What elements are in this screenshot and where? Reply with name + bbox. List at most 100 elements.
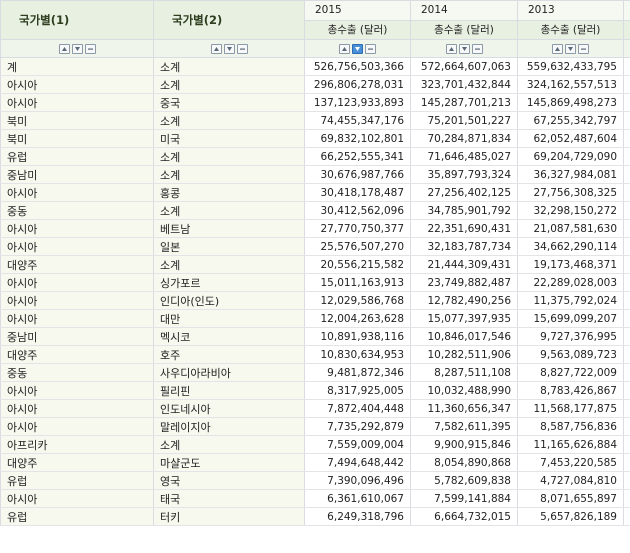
value-2013-cell: 8,827,722,009 xyxy=(517,363,624,382)
region-cell: 대양주 xyxy=(0,345,154,364)
value-2013-cell: 9,563,089,723 xyxy=(517,345,624,364)
value-2015-cell: 66,252,555,341 xyxy=(304,147,411,166)
table-row[interactable]: 중남미 멕시코 10,891,938,116 10,846,017,546 9,727,… xyxy=(0,327,630,346)
table-row[interactable]: 아시아 중국 137,123,933,893 145,287,701,213 145,8… xyxy=(0,93,630,112)
measure-header-2013[interactable]: 총수출 (달러) xyxy=(517,19,624,40)
country-cell: 필리핀 xyxy=(153,381,305,400)
table-row[interactable]: 유럽 터키 6,249,318,796 6,664,732,015 5,657,826,… xyxy=(0,507,630,526)
value-2015-cell: 12,029,586,768 xyxy=(304,291,411,310)
table-row[interactable]: 아시아 인디아(인도) 12,029,586,768 12,782,490,256 11… xyxy=(0,291,630,310)
country-cell: 터키 xyxy=(153,507,305,526)
arrow-up-icon[interactable] xyxy=(58,44,70,54)
value-2015-cell: 30,418,178,487 xyxy=(304,183,411,202)
table-row[interactable]: 아시아 소계 296,806,278,031 323,701,432,844 324,1… xyxy=(0,75,630,94)
value-2013-cell: 22,289,028,003 xyxy=(517,273,624,292)
column-header-country[interactable]: 국가별(2) xyxy=(153,0,305,40)
measure-header-2014[interactable]: 총수출 (달러) xyxy=(410,19,518,40)
arrow-up-icon[interactable] xyxy=(339,44,350,54)
value-2013-cell: 145,869,498,273 xyxy=(517,93,624,112)
value-2015-cell: 137,123,933,893 xyxy=(304,93,411,112)
country-cell: 소계 xyxy=(153,111,305,130)
table-row[interactable]: 유럽 소계 66,252,555,341 71,646,485,027 69,204,7… xyxy=(0,147,630,166)
value-2014-cell: 8,287,511,108 xyxy=(410,363,518,382)
value-2013-cell: 36,327,984,081 xyxy=(517,165,624,184)
arrow-down-icon[interactable] xyxy=(223,44,235,54)
arrow-up-icon[interactable] xyxy=(445,44,457,54)
minus-icon[interactable] xyxy=(84,44,96,54)
region-cell: 대양주 xyxy=(0,453,154,472)
overflow-cell xyxy=(623,381,630,400)
arrow-down-icon[interactable] xyxy=(565,44,576,54)
value-2015-cell: 10,891,938,116 xyxy=(304,327,411,346)
table-row[interactable]: 아시아 홍콩 30,418,178,487 27,256,402,125 27,756,… xyxy=(0,183,630,202)
overflow-cell xyxy=(623,345,630,364)
country-cell: 소계 xyxy=(153,165,305,184)
measure-header-2015[interactable]: 총수출 (달러) xyxy=(304,19,411,40)
table-row[interactable]: 아시아 필리핀 8,317,925,005 10,032,488,990 8,783,4… xyxy=(0,381,630,400)
table-row[interactable]: 북미 소계 74,455,347,176 75,201,501,227 67,255,3… xyxy=(0,111,630,130)
value-2013-cell: 27,756,308,325 xyxy=(517,183,624,202)
region-cell: 아시아 xyxy=(0,489,154,508)
column-header-region[interactable]: 국가별(1) xyxy=(0,0,154,40)
region-cell: 중남미 xyxy=(0,327,154,346)
table-row[interactable]: 아시아 베트남 27,770,750,377 22,351,690,431 21,087… xyxy=(0,219,630,238)
value-2014-cell: 11,360,656,347 xyxy=(410,399,518,418)
overflow-cell xyxy=(623,435,630,454)
value-2015-cell: 296,806,278,031 xyxy=(304,75,411,94)
value-2013-cell: 8,071,655,897 xyxy=(517,489,624,508)
arrow-down-icon[interactable] xyxy=(458,44,470,54)
table-row[interactable]: 중동 소계 30,412,562,096 34,785,901,792 32,298,1… xyxy=(0,201,630,220)
country-cell: 영국 xyxy=(153,471,305,490)
table-row[interactable]: 대양주 마샬군도 7,494,648,442 8,054,890,868 7,453,2… xyxy=(0,453,630,472)
country-cell: 태국 xyxy=(153,489,305,508)
value-2015-cell: 69,832,102,801 xyxy=(304,129,411,148)
region-cell: 유럽 xyxy=(0,147,154,166)
table-row[interactable]: 계 소계 526,756,503,366 572,664,607,063 559,632… xyxy=(0,57,630,76)
region-cell: 계 xyxy=(0,57,154,76)
table-row[interactable]: 중남미 소계 30,676,987,766 35,897,793,324 36,327,… xyxy=(0,165,630,184)
table-row[interactable]: 아시아 태국 6,361,610,067 7,599,141,884 8,071,655… xyxy=(0,489,630,508)
controls-region xyxy=(0,39,154,58)
minus-icon[interactable] xyxy=(471,44,483,54)
table-row[interactable]: 아시아 싱가포르 15,011,163,913 23,749,882,487 22,28… xyxy=(0,273,630,292)
year-header-overflow xyxy=(623,0,630,21)
minus-icon[interactable] xyxy=(236,44,248,54)
value-2015-cell: 7,559,009,004 xyxy=(304,435,411,454)
region-cell: 중남미 xyxy=(0,165,154,184)
arrow-down-icon-active[interactable] xyxy=(352,44,363,54)
table-row[interactable]: 아시아 일본 25,576,507,270 32,183,787,734 34,662,… xyxy=(0,237,630,256)
table-row[interactable]: 대양주 호주 10,830,634,953 10,282,511,906 9,563,0… xyxy=(0,345,630,364)
arrow-up-icon[interactable] xyxy=(210,44,222,54)
minus-icon[interactable] xyxy=(578,44,589,54)
value-2013-cell: 4,727,084,810 xyxy=(517,471,624,490)
value-2015-cell: 7,390,096,496 xyxy=(304,471,411,490)
value-2013-cell: 62,052,487,604 xyxy=(517,129,624,148)
table-row[interactable]: 중동 사우디아라비아 9,481,872,346 8,287,511,108 8,827… xyxy=(0,363,630,382)
country-cell: 소계 xyxy=(153,201,305,220)
table-row[interactable]: 북미 미국 69,832,102,801 70,284,871,834 62,052,4… xyxy=(0,129,630,148)
country-cell: 베트남 xyxy=(153,219,305,238)
region-cell: 아시아 xyxy=(0,399,154,418)
year-header-2013: 2013 xyxy=(517,0,624,21)
country-cell: 말레이지아 xyxy=(153,417,305,436)
region-cell: 아시아 xyxy=(0,417,154,436)
overflow-cell xyxy=(623,507,630,526)
country-cell: 소계 xyxy=(153,255,305,274)
value-2013-cell: 559,632,433,795 xyxy=(517,57,624,76)
controls-country xyxy=(153,39,305,58)
controls-overflow xyxy=(623,39,630,58)
overflow-cell xyxy=(623,111,630,130)
region-cell: 아시아 xyxy=(0,273,154,292)
table-row[interactable]: 대양주 소계 20,556,215,582 21,444,309,431 19,173,… xyxy=(0,255,630,274)
region-cell: 아시아 xyxy=(0,237,154,256)
table-row[interactable]: 아시아 말레이지아 7,735,292,879 7,582,611,395 8,587,… xyxy=(0,417,630,436)
table-row[interactable]: 아시아 대만 12,004,263,628 15,077,397,935 15,699,… xyxy=(0,309,630,328)
arrow-up-icon[interactable] xyxy=(552,44,563,54)
value-2015-cell: 27,770,750,377 xyxy=(304,219,411,238)
minus-icon[interactable] xyxy=(365,44,376,54)
table-row[interactable]: 아프리카 소계 7,559,009,004 9,900,915,846 11,165,6… xyxy=(0,435,630,454)
value-2013-cell: 9,727,376,995 xyxy=(517,327,624,346)
table-row[interactable]: 유럽 영국 7,390,096,496 5,782,609,838 4,727,084,… xyxy=(0,471,630,490)
table-row[interactable]: 아시아 인도네시아 7,872,404,448 11,360,656,347 11,56… xyxy=(0,399,630,418)
arrow-down-icon[interactable] xyxy=(71,44,83,54)
